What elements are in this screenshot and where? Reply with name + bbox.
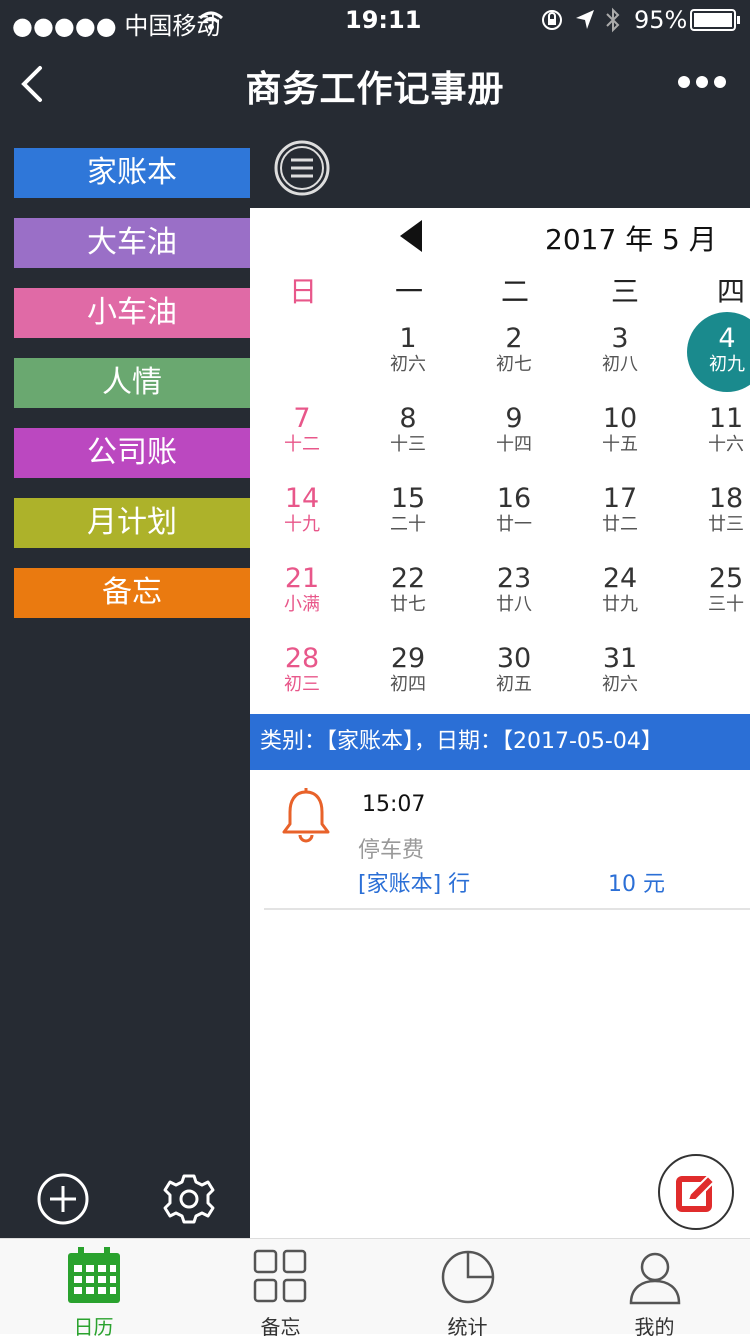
calendar-day[interactable]: 11 十六: [691, 404, 750, 456]
weekday-wed: 三: [610, 275, 639, 308]
calendar-day[interactable]: 1 初六: [373, 324, 443, 376]
carrier-label: ●●●●● 中国移动: [12, 12, 221, 40]
bell-icon: [282, 788, 330, 843]
status-bar: ●●●●● 中国移动 19:11 95%: [0, 0, 750, 40]
user-icon: [629, 1252, 681, 1305]
page-title: 商务工作记事册: [245, 69, 505, 110]
calendar-day[interactable]: 31 初六: [585, 644, 655, 696]
previous-month-button[interactable]: [396, 218, 426, 254]
add-category-button[interactable]: [36, 1172, 90, 1226]
category-label: 月计划: [87, 505, 177, 540]
pie-chart-icon: [441, 1250, 495, 1304]
category-gongsizhang[interactable]: 公司账: [14, 428, 250, 478]
tab-bar: 日历 备忘 统计 我的: [0, 1238, 750, 1339]
settings-gear-icon[interactable]: [162, 1172, 216, 1226]
calendar-day[interactable]: 30 初五: [479, 644, 549, 696]
entry-time: 15:07: [362, 792, 426, 817]
calendar-day[interactable]: 22 廿七: [373, 564, 443, 616]
category-xiaocheyou[interactable]: 小车油: [14, 288, 250, 338]
battery-percent: 95%: [634, 6, 688, 34]
new-record-button[interactable]: [658, 1154, 734, 1230]
nav-bar: 商务工作记事册: [0, 40, 750, 128]
category-label: 公司账: [87, 435, 177, 470]
calendar-day[interactable]: 15 二十: [373, 484, 443, 536]
entry-description: 停车费: [358, 838, 425, 863]
entry-category: [家账本] 行: [358, 872, 471, 897]
calendar-day[interactable]: 8 十三: [373, 404, 443, 456]
calendar-day[interactable]: 17 廿二: [585, 484, 655, 536]
selected-date-info-bar: 类别：【家账本】，日期：【2017-05-04】: [250, 714, 750, 770]
weekday-thu: 四: [716, 275, 745, 308]
battery-icon: [690, 9, 740, 31]
category-label: 小车油: [87, 295, 177, 330]
calendar-day[interactable]: 25 三十: [691, 564, 750, 616]
category-label: 人情: [102, 365, 162, 400]
tab-label: 统计: [447, 1315, 488, 1339]
category-jiazhangben[interactable]: 家账本: [14, 148, 250, 198]
grid-icon: [253, 1249, 307, 1303]
calendar-day[interactable]: 23 廿八: [479, 564, 549, 616]
category-renqing[interactable]: 人情: [14, 358, 250, 408]
divider: [264, 908, 750, 910]
weekday-tue: 二: [500, 275, 529, 308]
calendar-day[interactable]: 10 十五: [585, 404, 655, 456]
weekday-mon: 一: [394, 275, 423, 308]
category-label: 家账本: [87, 155, 177, 190]
info-bar-text: 类别：【家账本】，日期：【2017-05-04】: [260, 729, 663, 754]
calendar-day[interactable]: 9 十四: [479, 404, 549, 456]
category-dacheyou[interactable]: 大车油: [14, 218, 250, 268]
category-beiwang[interactable]: 备忘: [14, 568, 250, 618]
calendar-day[interactable]: 3 初八: [585, 324, 655, 376]
entry-amount: 10 元: [608, 872, 665, 897]
edit-icon: [676, 1174, 716, 1212]
location-icon: [576, 10, 594, 29]
tab-label: 日历: [73, 1315, 114, 1339]
more-options-button[interactable]: [672, 62, 732, 102]
calendar-icon: [68, 1247, 120, 1303]
weekday-sun: 日: [288, 275, 317, 308]
tab-label: 备忘: [260, 1315, 301, 1339]
calendar-day[interactable]: 29 初四: [373, 644, 443, 696]
calendar-day[interactable]: 21 小满: [267, 564, 337, 616]
category-label: 大车油: [87, 225, 177, 260]
rotation-lock-icon: [542, 10, 562, 30]
tab-profile[interactable]: 我的: [561, 1239, 748, 1339]
calendar-day[interactable]: 16 廿一: [479, 484, 549, 536]
category-yuejihua[interactable]: 月计划: [14, 498, 250, 548]
tab-calendar[interactable]: 日历: [0, 1239, 187, 1339]
calendar-day[interactable]: 24 廿九: [585, 564, 655, 616]
status-time: 19:11: [345, 6, 422, 34]
category-label: 备忘: [102, 575, 162, 610]
calendar-day[interactable]: 14 十九: [267, 484, 337, 536]
calendar-day[interactable]: 18 廿三: [691, 484, 750, 536]
calendar-day[interactable]: 7 十二: [267, 404, 337, 456]
month-label: 2017 年 5 月: [545, 223, 717, 256]
calendar-day[interactable]: 2 初七: [479, 324, 549, 376]
tab-label: 我的: [634, 1315, 675, 1339]
bluetooth-icon: [606, 7, 620, 33]
calendar-day[interactable]: 28 初三: [267, 644, 337, 696]
wifi-icon: [198, 11, 224, 30]
tab-stats[interactable]: 统计: [374, 1239, 561, 1339]
menu-toggle-button[interactable]: [274, 140, 330, 196]
tab-memo[interactable]: 备忘: [187, 1239, 374, 1339]
